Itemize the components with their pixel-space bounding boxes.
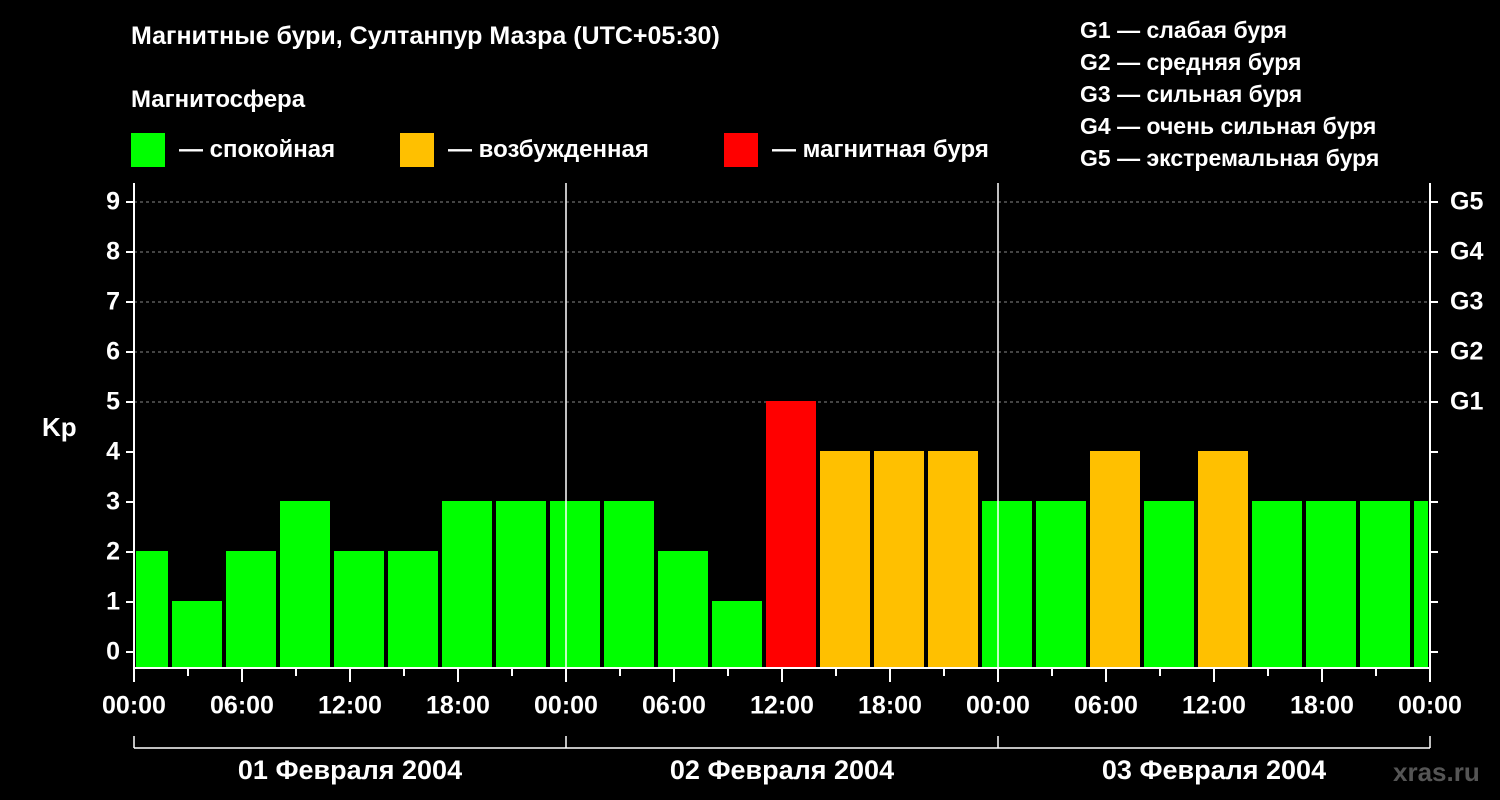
kp-bar <box>226 551 276 668</box>
kp-bar <box>820 451 870 668</box>
kp-bar <box>496 501 546 668</box>
y-tick-label: 1 <box>106 588 120 616</box>
g-tick-label: G1 <box>1450 388 1483 416</box>
x-tick-label: 06:00 <box>642 692 706 720</box>
g-tick-label: G3 <box>1450 288 1483 316</box>
x-tick-label: 00:00 <box>1398 692 1462 720</box>
kp-bar <box>982 501 1032 668</box>
kp-bar <box>1306 501 1356 668</box>
x-tick-label: 18:00 <box>426 692 490 720</box>
kp-bar <box>1360 501 1410 668</box>
kp-bar <box>766 401 816 668</box>
day-label: 01 Февраля 2004 <box>238 755 462 785</box>
kp-bar <box>442 501 492 668</box>
x-tick-label: 12:00 <box>750 692 814 720</box>
kp-chart: 0 1 2 3 4 5 6 7 8 9 G1 G2 G3 G4 G5 00:00 06:00 12:00 18:00… <box>102 183 1483 785</box>
kp-bar <box>388 551 438 668</box>
y-tick-label: 5 <box>106 388 120 416</box>
g-tick-label: G2 <box>1450 338 1483 366</box>
y-tick-label: 8 <box>106 238 120 266</box>
x-tick-label: 00:00 <box>534 692 598 720</box>
y-tick-label: 6 <box>106 338 120 366</box>
y-tick-label: 0 <box>106 638 120 666</box>
y-tick-label: 7 <box>106 288 120 316</box>
x-tick-label: 00:00 <box>102 692 166 720</box>
day-label: 03 Февраля 2004 <box>1102 755 1326 785</box>
day-label: 02 Февраля 2004 <box>670 755 894 785</box>
g-tick-label: G5 <box>1450 188 1483 216</box>
x-tick-label: 06:00 <box>210 692 274 720</box>
x-tick-label: 18:00 <box>858 692 922 720</box>
kp-bar <box>658 551 708 668</box>
x-tick-label: 12:00 <box>318 692 382 720</box>
kp-bar <box>1198 451 1248 668</box>
kp-bar <box>136 551 168 668</box>
kp-bar <box>1036 501 1086 668</box>
kp-bar <box>172 601 222 668</box>
kp-bar <box>550 501 600 668</box>
y-tick-label: 3 <box>106 488 120 516</box>
x-tick-label: 06:00 <box>1074 692 1138 720</box>
kp-bar <box>1252 501 1302 668</box>
x-tick-label: 12:00 <box>1182 692 1246 720</box>
kp-bar <box>874 451 924 668</box>
kp-bar <box>1144 501 1194 668</box>
kp-bar <box>334 551 384 668</box>
y-tick-label: 4 <box>106 438 120 466</box>
kp-bar <box>280 501 330 668</box>
x-tick-label: 18:00 <box>1290 692 1354 720</box>
y-tick-label: 9 <box>106 188 120 216</box>
kp-bar <box>712 601 762 668</box>
kp-bar <box>928 451 978 668</box>
y-tick-label: 2 <box>106 538 120 566</box>
kp-bar <box>1090 451 1140 668</box>
g-tick-label: G4 <box>1450 238 1483 266</box>
kp-bar <box>604 501 654 668</box>
kp-bar <box>1414 501 1428 668</box>
x-tick-label: 00:00 <box>966 692 1030 720</box>
